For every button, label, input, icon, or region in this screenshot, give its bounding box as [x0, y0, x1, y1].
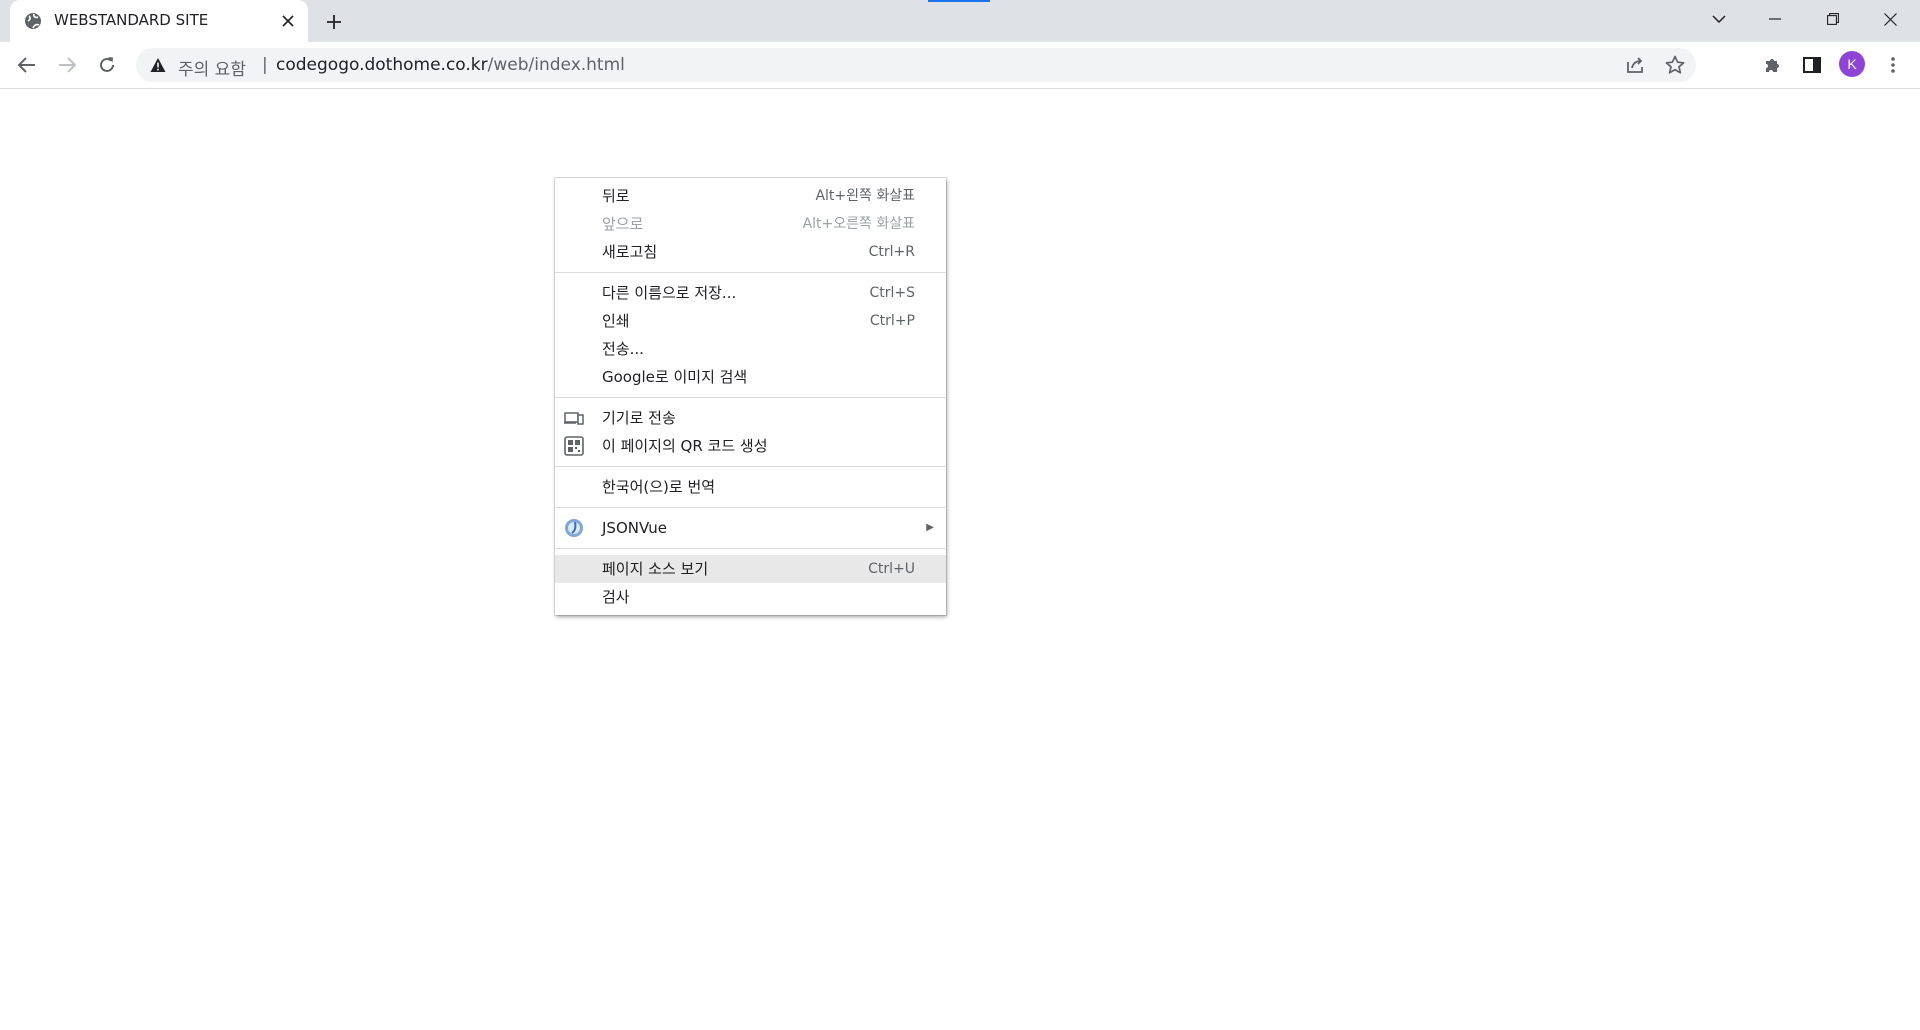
minimize-button[interactable]: [1758, 4, 1792, 34]
security-label[interactable]: 주의 요함: [178, 55, 246, 80]
extensions-puzzle-icon[interactable]: [1758, 51, 1786, 79]
reload-button[interactable]: [93, 51, 121, 79]
jsonvue-icon: [564, 518, 584, 538]
menu-item-jsonvue[interactable]: JSONVue ▶: [555, 514, 946, 542]
menu-item-label: 전송...: [602, 340, 644, 358]
menu-item-label: 기기로 전송: [602, 409, 676, 427]
menu-item-label: JSONVue: [602, 519, 667, 537]
url-host: codegogo.dothome.co.kr: [276, 55, 488, 75]
menu-item-shortcut: Alt+오른쪽 화살표: [802, 216, 915, 232]
menu-item-google-image-search[interactable]: Google로 이미지 검색: [555, 363, 946, 391]
menu-separator: [555, 548, 946, 549]
menu-item-label: 다른 이름으로 저장...: [602, 284, 737, 302]
warning-icon[interactable]: [150, 57, 166, 73]
menu-separator: [555, 466, 946, 467]
profile-avatar[interactable]: K: [1839, 51, 1865, 77]
address-bar[interactable]: 주의 요함 | codegogo.dothome.co.kr/web/index…: [136, 48, 1696, 82]
url-path: /web/index.html: [487, 55, 625, 75]
forward-button[interactable]: [53, 51, 81, 79]
menu-item-save-as[interactable]: 다른 이름으로 저장... Ctrl+S: [555, 279, 946, 307]
menu-item-label: 페이지 소스 보기: [602, 560, 709, 578]
back-button[interactable]: [13, 51, 41, 79]
menu-item-translate[interactable]: 한국어(으)로 번역: [555, 473, 946, 501]
menu-item-shortcut: Ctrl+R: [868, 244, 915, 260]
share-icon[interactable]: [1624, 54, 1646, 76]
menu-item-label: Google로 이미지 검색: [602, 368, 748, 386]
menu-item-inspect[interactable]: 검사: [555, 583, 946, 611]
menu-item-label: 뒤로: [602, 187, 630, 205]
url-text[interactable]: codegogo.dothome.co.kr/web/index.html: [276, 55, 625, 75]
qr-code-icon: [564, 436, 584, 456]
tab-search-button[interactable]: [1702, 4, 1736, 34]
devices-icon: [564, 408, 584, 428]
menu-separator: [555, 507, 946, 508]
menu-item-shortcut: Ctrl+P: [869, 313, 915, 329]
security-separator: |: [262, 55, 268, 75]
menu-item-shortcut: Ctrl+U: [868, 561, 915, 577]
menu-item-qr-code[interactable]: 이 페이지의 QR 코드 생성: [555, 432, 946, 460]
submenu-arrow-icon: ▶: [926, 522, 934, 533]
menu-separator: [555, 397, 946, 398]
browser-toolbar: 주의 요함 | codegogo.dothome.co.kr/web/index…: [0, 42, 1920, 89]
browser-menu-kebab-icon[interactable]: [1879, 51, 1907, 79]
new-tab-button[interactable]: [322, 10, 346, 34]
browser-tab[interactable]: WEBSTANDARD SITE: [10, 0, 308, 42]
menu-item-view-source[interactable]: 페이지 소스 보기 Ctrl+U: [555, 555, 946, 583]
bookmark-star-icon[interactable]: [1664, 54, 1686, 76]
menu-item-shortcut: Ctrl+S: [869, 285, 915, 301]
menu-item-label: 한국어(으)로 번역: [602, 478, 716, 496]
menu-item-label: 인쇄: [602, 312, 630, 330]
menu-item-forward[interactable]: 앞으로 Alt+오른쪽 화살표: [555, 210, 946, 238]
restore-button[interactable]: [1816, 4, 1850, 34]
tab-title: WEBSTANDARD SITE: [54, 11, 209, 29]
menu-item-label: 검사: [602, 588, 630, 606]
tab-close-icon[interactable]: [278, 11, 298, 31]
tab-strip: WEBSTANDARD SITE: [0, 0, 1920, 42]
menu-item-shortcut: Alt+왼쪽 화살표: [815, 188, 915, 204]
close-window-button[interactable]: [1873, 4, 1907, 34]
menu-item-label: 새로고침: [602, 243, 658, 261]
menu-item-label: 앞으로: [602, 215, 644, 233]
menu-item-print[interactable]: 인쇄 Ctrl+P: [555, 307, 946, 335]
context-menu: 뒤로 Alt+왼쪽 화살표 앞으로 Alt+오른쪽 화살표 새로고침 Ctrl+…: [555, 178, 946, 615]
tab-strip-indicator: [928, 0, 990, 2]
globe-icon: [24, 12, 42, 30]
menu-item-reload[interactable]: 새로고침 Ctrl+R: [555, 238, 946, 266]
menu-item-cast[interactable]: 전송...: [555, 335, 946, 363]
side-panel-icon[interactable]: [1798, 51, 1826, 79]
menu-item-label: 이 페이지의 QR 코드 생성: [602, 437, 768, 455]
menu-item-back[interactable]: 뒤로 Alt+왼쪽 화살표: [555, 182, 946, 210]
menu-separator: [555, 272, 946, 273]
menu-item-send-to-devices[interactable]: 기기로 전송: [555, 404, 946, 432]
